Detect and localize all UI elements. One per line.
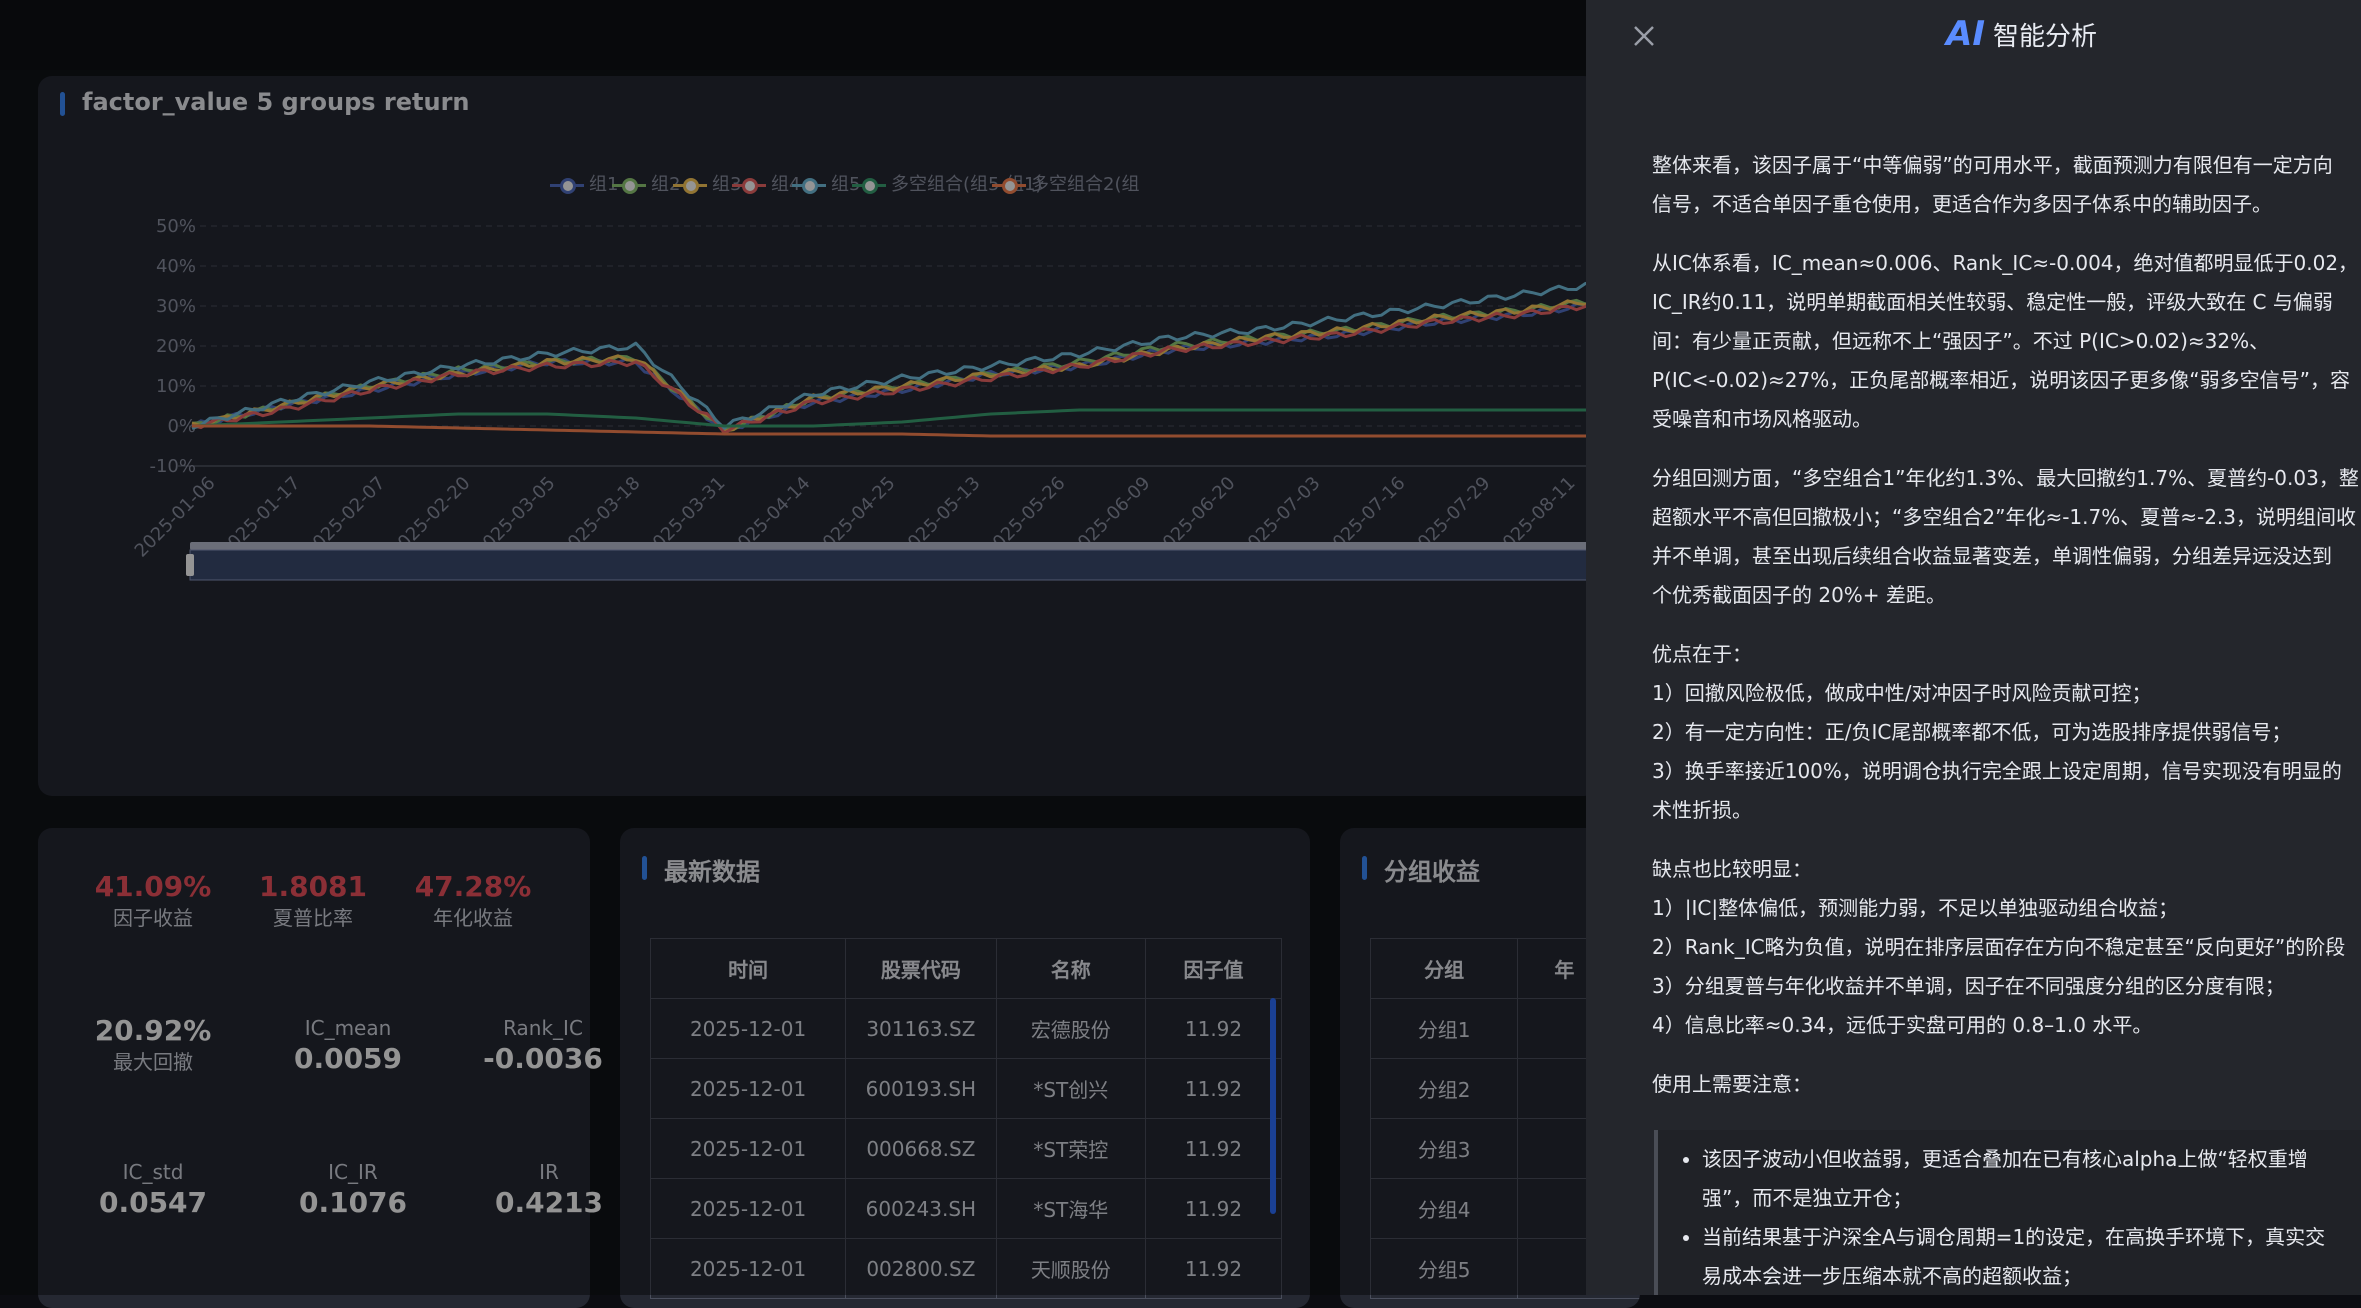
usage-note-line: 该因子波动小但收益弱，更适合叠加在已有核心alpha上做“轻权重增 bbox=[1702, 1147, 2308, 1171]
analysis-text: 整体来看，该因子属于“中等偏弱”的可用水平，截面预测力有限但有一定方向 信号，不适… bbox=[1652, 146, 2361, 1124]
analysis-line: 优点在于： bbox=[1652, 642, 1752, 666]
analysis-paragraph: 整体来看，该因子属于“中等偏弱”的可用水平，截面预测力有限但有一定方向 信号，不适… bbox=[1652, 146, 2361, 224]
usage-notes-block: 该因子波动小但收益弱，更适合叠加在已有核心alpha上做“轻权重增强”，而不是独… bbox=[1654, 1130, 2361, 1295]
analysis-line: 分组回测方面，“多空组合1”年化约1.3%、最大回撤约1.7%、夏普约-0.03… bbox=[1652, 466, 2359, 490]
close-icon[interactable] bbox=[1626, 18, 1662, 54]
analysis-line: 并不单调，甚至出现后续组合收益显著变差，单调性偏弱，分组差异远没达到 bbox=[1652, 544, 2332, 568]
analysis-line: 使用上需要注意： bbox=[1652, 1072, 1812, 1096]
analysis-paragraph: 使用上需要注意： bbox=[1652, 1065, 2361, 1104]
analysis-line: 2）有一定方向性：正/负IC尾部概率都不低，可为选股排序提供弱信号； bbox=[1652, 720, 2292, 744]
analysis-line: 从IC体系看，IC_mean≈0.006、Rank_IC≈-0.004，绝对值都… bbox=[1652, 251, 2359, 275]
analysis-paragraph: 优点在于： 1）回撤风险极低，做成中性/对冲因子时风险贡献可控； 2）有一定方向性：… bbox=[1652, 635, 2361, 830]
analysis-line: 间：有少量正贡献，但远称不上“强因子”。不过 P(IC>0.02)≈32%、 bbox=[1652, 329, 2270, 353]
analysis-paragraph: 缺点也比较明显： 1）|IC|整体偏低，预测能力弱，不足以单独驱动组合收益； 2）R… bbox=[1652, 850, 2361, 1045]
analysis-line: 1）|IC|整体偏低，预测能力弱，不足以单独驱动组合收益； bbox=[1652, 896, 2179, 920]
usage-notes-list: 该因子波动小但收益弱，更适合叠加在已有核心alpha上做“轻权重增强”，而不是独… bbox=[1658, 1140, 2361, 1295]
analysis-line: 整体来看，该因子属于“中等偏弱”的可用水平，截面预测力有限但有一定方向 bbox=[1652, 153, 2333, 177]
ai-logo-icon: AI bbox=[1946, 14, 1985, 54]
modal-backdrop[interactable] bbox=[0, 0, 1586, 1295]
usage-note-line: 易成本会进一步压缩本就不高的超额收益； bbox=[1702, 1264, 2082, 1288]
usage-note-item: 当前结果基于沪深全A与调仓周期=1的设定，在高换手环境下，真实交易成本会进一步压… bbox=[1702, 1218, 2361, 1295]
analysis-line: 信号，不适合单因子重仓使用，更适合作为多因子体系中的辅助因子。 bbox=[1652, 192, 2272, 216]
analysis-line: 缺点也比较明显： bbox=[1652, 857, 1812, 881]
analysis-line: 4）信息比率≈0.34，远低于实盘可用的 0.8–1.0 水平。 bbox=[1652, 1013, 2153, 1037]
usage-note-line: 强”，而不是独立开仓； bbox=[1702, 1186, 1913, 1210]
analysis-line: P(IC<-0.02)≈27%，正负尾部概率相近，说明该因子更多像“弱多空信号”… bbox=[1652, 368, 2350, 392]
analysis-line: 2）Rank_IC略为负值，说明在排序层面存在方向不稳定甚至“反向更好”的阶段 bbox=[1652, 935, 2346, 959]
analysis-line: 3）换手率接近100%，说明调仓执行完全跟上设定周期，信号实现没有明显的 bbox=[1652, 759, 2342, 783]
analysis-line: 术性折损。 bbox=[1652, 798, 1752, 822]
analysis-line: IC_IR约0.11，说明单期截面相关性较弱、稳定性一般，评级大致在 C 与偏弱 bbox=[1652, 290, 2333, 314]
analysis-line: 个优秀截面因子的 20%+ 差距。 bbox=[1652, 583, 1946, 607]
analysis-paragraph: 分组回测方面，“多空组合1”年化约1.3%、最大回撤约1.7%、夏普约-0.03… bbox=[1652, 459, 2361, 615]
ai-analysis-drawer: AI 智能分析 整体来看，该因子属于“中等偏弱”的可用水平，截面预测力有限但有一定… bbox=[1586, 0, 2361, 1295]
analysis-line: 1）回撤风险极低，做成中性/对冲因子时风险贡献可控； bbox=[1652, 681, 2152, 705]
analysis-paragraph: 从IC体系看，IC_mean≈0.006、Rank_IC≈-0.004，绝对值都… bbox=[1652, 244, 2361, 439]
analysis-line: 超额水平不高但回撤极小；“多空组合2”年化≈-1.7%、夏普≈-2.3，说明组间… bbox=[1652, 505, 2357, 529]
analysis-line: 受噪音和市场风格驱动。 bbox=[1652, 407, 1872, 431]
usage-note-line: 当前结果基于沪深全A与调仓周期=1的设定，在高换手环境下，真实交 bbox=[1702, 1225, 2326, 1249]
drawer-title-text: 智能分析 bbox=[1992, 22, 2097, 52]
analysis-line: 3）分组夏普与年化收益并不单调，因子在不同强度分组的区分度有限； bbox=[1652, 974, 2285, 998]
usage-note-item: 该因子波动小但收益弱，更适合叠加在已有核心alpha上做“轻权重增强”，而不是独… bbox=[1702, 1140, 2361, 1218]
drawer-title: AI 智能分析 bbox=[1946, 14, 2097, 54]
